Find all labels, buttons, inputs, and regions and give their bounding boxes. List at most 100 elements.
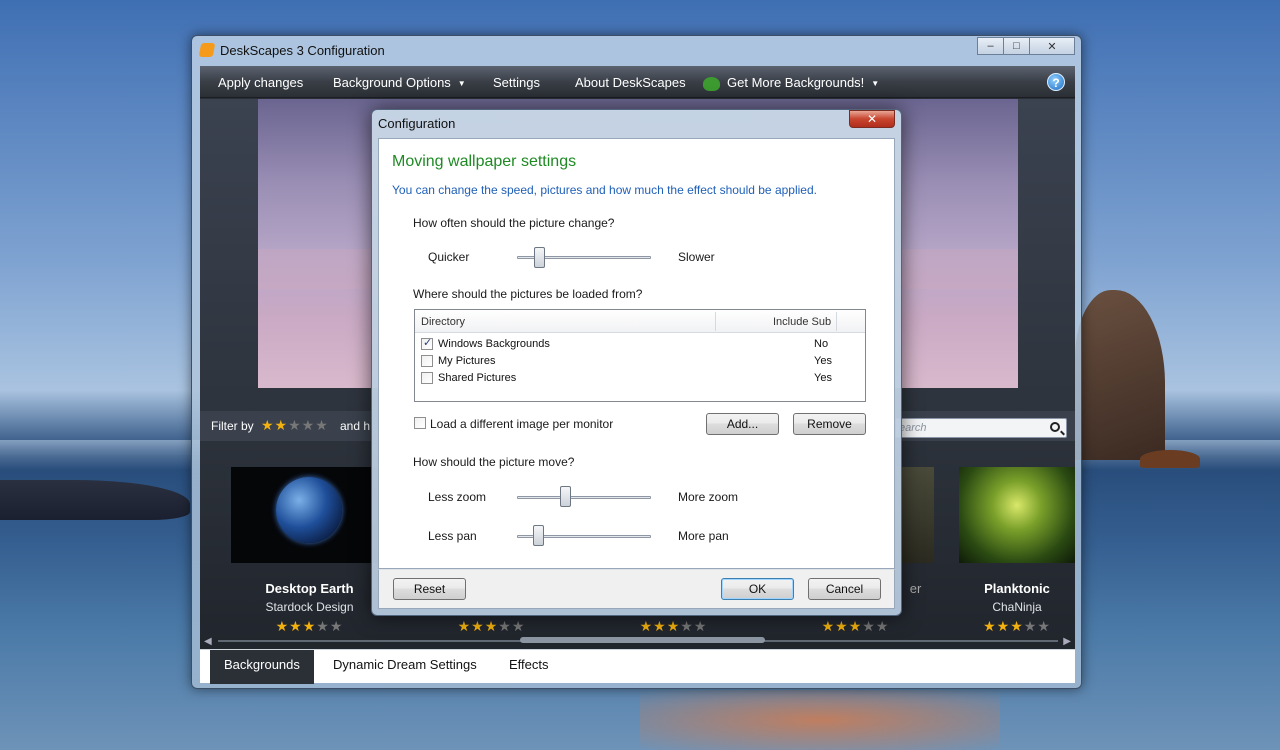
thumbnail-image	[897, 467, 934, 563]
change-slider-thumb[interactable]	[534, 247, 546, 268]
minimize-button[interactable]: –	[977, 37, 1004, 55]
rating-on: ★★★	[821, 618, 863, 634]
filter-rating[interactable]: ★★★★★	[261, 417, 329, 434]
question-move: How should the picture move?	[413, 455, 575, 469]
list-item[interactable]: Windows Backgrounds No	[421, 336, 861, 354]
directory-list[interactable]: Directory Include Sub Windows Background…	[414, 309, 866, 402]
rating-off: ★★	[1023, 618, 1051, 634]
less-pan-label: Less pan	[428, 529, 477, 543]
item-title: Desktop Earth	[265, 581, 354, 596]
dialog-body: Moving wallpaper settings You can change…	[378, 138, 895, 569]
item-title: Planktonic	[984, 581, 1050, 596]
rock	[1140, 450, 1200, 468]
window-title: DeskScapes 3 Configuration	[220, 43, 385, 58]
column-include-sub[interactable]: Include Sub	[773, 316, 831, 328]
filter-and-text: and h	[340, 419, 371, 433]
cancel-button[interactable]: Cancel	[808, 578, 881, 600]
tab-dynamic-dream-settings[interactable]: Dynamic Dream Settings	[319, 650, 491, 684]
help-icon[interactable]: ?	[1047, 73, 1065, 91]
about-menu[interactable]: About DeskScapes	[575, 75, 686, 90]
rating-off: ★★	[316, 618, 344, 634]
dialog-title: Configuration	[378, 116, 456, 131]
add-button[interactable]: Add...	[706, 413, 779, 435]
frog-icon	[703, 76, 720, 91]
deskscapes-logo-icon	[198, 43, 216, 57]
column-divider[interactable]	[836, 312, 837, 331]
more-zoom-label: More zoom	[678, 490, 739, 504]
item-rating: ★★★★★	[959, 618, 1075, 635]
filter-stars-on: ★★	[261, 417, 289, 433]
gallery-item[interactable]: Desktop Earth Stardock Design ★★★★★	[231, 467, 388, 639]
sea-stack-rock	[1075, 290, 1165, 460]
gallery-item[interactable]: Planktonic ChaNinja ★★★★★	[959, 467, 1116, 639]
dialog-heading: Moving wallpaper settings	[392, 153, 577, 170]
question-change: How often should the picture change?	[413, 216, 615, 230]
thumbnail-image	[231, 467, 388, 563]
rating-off: ★★	[680, 618, 708, 634]
dialog-subtitle: You can change the speed, pictures and h…	[392, 183, 817, 197]
reset-button[interactable]: Reset	[393, 578, 466, 600]
rating-off: ★★	[498, 618, 526, 634]
more-pan-label: More pan	[678, 529, 729, 543]
item-rating: ★★★★★	[231, 618, 388, 635]
apply-changes-menu[interactable]: Apply changes	[218, 75, 303, 90]
filter-label: Filter by	[211, 419, 254, 433]
include-sub-value: Yes	[814, 372, 832, 384]
less-zoom-label: Less zoom	[428, 490, 487, 504]
rating-on: ★★★	[457, 618, 499, 634]
rating-on: ★★★	[275, 618, 317, 634]
close-button[interactable]: ✕	[1029, 37, 1075, 55]
settings-menu[interactable]: Settings	[493, 75, 540, 90]
include-sub-value: No	[814, 338, 829, 350]
maximize-button[interactable]: □	[1003, 37, 1030, 55]
scroll-left-icon[interactable]: ◀	[204, 636, 212, 647]
row-checkbox[interactable]	[421, 336, 433, 350]
slower-label: Slower	[678, 250, 715, 264]
ok-button[interactable]: OK	[721, 578, 794, 600]
chevron-down-icon: ▼	[871, 79, 880, 89]
tab-effects[interactable]: Effects	[495, 650, 563, 684]
zoom-slider-track[interactable]	[517, 496, 651, 499]
rating-on: ★★★	[983, 618, 1024, 634]
row-checkbox[interactable]	[421, 355, 433, 367]
tab-backgrounds[interactable]: Backgrounds	[210, 650, 314, 684]
search-input[interactable]: earch	[895, 418, 1067, 438]
configuration-dialog: Configuration ✕ Moving wallpaper setting…	[371, 109, 902, 616]
menubar: Apply changes Background Options ▼ Settin…	[200, 66, 1075, 98]
per-monitor-checkbox[interactable]	[414, 417, 426, 429]
search-icon[interactable]	[1050, 422, 1060, 432]
search-placeholder: earch	[899, 422, 927, 434]
dialog-close-button[interactable]: ✕	[849, 110, 895, 128]
list-item[interactable]: My Pictures Yes	[421, 354, 861, 371]
scroll-right-icon[interactable]: ▶	[1063, 636, 1071, 647]
question-location: Where should the pictures be loaded from…	[413, 287, 643, 301]
item-author: ChaNinja	[992, 600, 1042, 614]
item-rating: ★★★★★	[413, 618, 570, 635]
remove-button[interactable]: Remove	[793, 413, 866, 435]
thumbnail-image	[959, 467, 1075, 563]
row-checkbox[interactable]	[421, 372, 433, 384]
directory-name: Windows Backgrounds	[438, 338, 550, 350]
gallery-scroll-thumb[interactable]	[520, 637, 765, 643]
dialog-footer: Reset OK Cancel	[378, 569, 895, 609]
pan-slider-thumb[interactable]	[532, 525, 544, 546]
list-item[interactable]: Shared Pictures Yes	[421, 371, 861, 388]
background-options-menu[interactable]: Background Options ▼	[333, 75, 466, 90]
column-divider[interactable]	[715, 312, 716, 331]
list-header: Directory Include Sub	[415, 310, 865, 333]
window-controls: – □ ✕	[977, 37, 1075, 55]
get-more-label: Get More Backgrounds!	[727, 75, 865, 90]
sunset-reflection	[640, 690, 1000, 750]
directory-name: Shared Pictures	[438, 372, 517, 384]
chevron-down-icon: ▼	[457, 79, 466, 89]
per-monitor-label[interactable]: Load a different image per monitor	[430, 417, 613, 431]
zoom-slider-thumb[interactable]	[560, 486, 572, 507]
item-rating: ★★★★★	[777, 618, 934, 635]
bottom-tabs: Backgrounds Dynamic Dream Settings Effec…	[200, 649, 1075, 684]
column-directory[interactable]: Directory	[421, 316, 465, 328]
get-more-backgrounds-menu[interactable]: Get More Backgrounds! ▼	[703, 75, 879, 91]
include-sub-value: Yes	[814, 355, 832, 367]
filter-stars-off: ★★★	[288, 417, 329, 433]
rating-on: ★★★	[639, 618, 681, 634]
directory-name: My Pictures	[438, 355, 496, 367]
